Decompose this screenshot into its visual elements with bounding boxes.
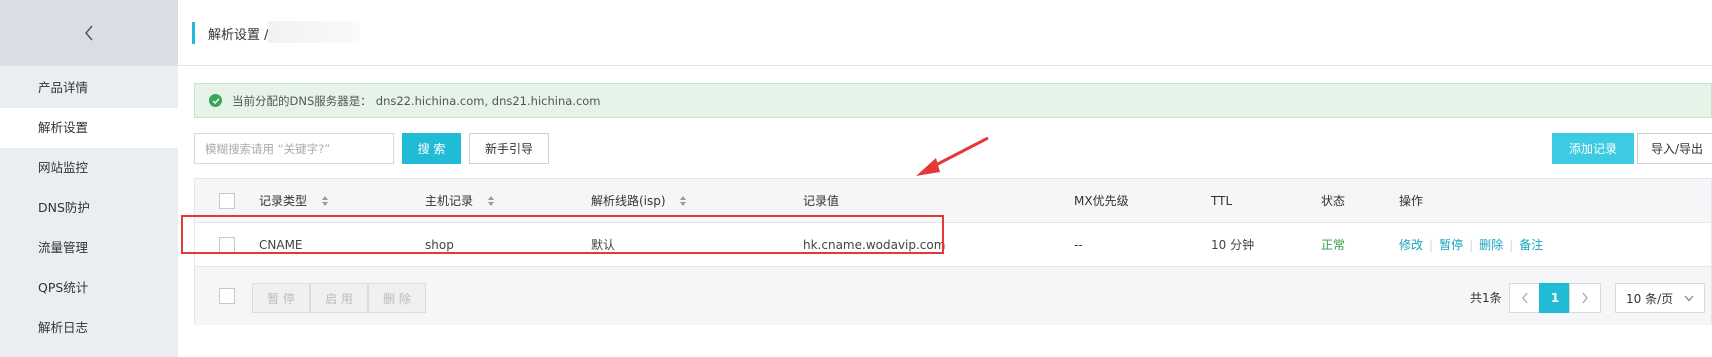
sidebar-item-resolution-log[interactable]: 解析日志 [0, 308, 178, 348]
column-header-mx: MX优先级 [1074, 194, 1129, 208]
row-checkbox[interactable] [219, 237, 235, 253]
column-header-ttl: TTL [1211, 194, 1233, 208]
dns-server-list: dns22.hichina.com, dns21.hichina.com [375, 93, 601, 108]
action-divider: | [1429, 238, 1434, 252]
sidebar-item-qps-stats[interactable]: QPS统计 [0, 268, 178, 308]
footer-select-all-checkbox[interactable] [219, 288, 235, 304]
column-header-value: 记录值 [803, 194, 840, 208]
edit-link[interactable]: 修改 [1399, 238, 1423, 252]
table-row: CNAME shop 默认 hk.cname.wodavip.com -- 10… [195, 223, 1711, 267]
dns-notice-text: 当前分配的DNS服务器是： [232, 93, 372, 108]
ttl-value: 10 分钟 [1211, 238, 1255, 252]
chevron-down-icon [1684, 295, 1694, 302]
table-header: 记录类型 主机记录 解析线路(isp) 记录值 MX优先级 TTL 状态 操作 [195, 179, 1711, 223]
search-button[interactable]: 搜 索 [402, 133, 461, 164]
resolution-line: 默认 [591, 238, 616, 252]
header-accent-bar [192, 22, 195, 44]
page-button-current[interactable]: 1 [1539, 283, 1571, 313]
column-label: 解析线路(isp) [591, 194, 666, 208]
page-size-select[interactable]: 10 条/页 [1615, 283, 1705, 313]
sidebar-item-dns-protection[interactable]: DNS防护 [0, 188, 178, 228]
chevron-left-icon [85, 25, 93, 41]
sidebar: 产品详情 解析设置 网站监控 DNS防护 流量管理 QPS统计 解析日志 [0, 0, 178, 357]
column-header-host[interactable]: 主机记录 [425, 179, 495, 223]
table-footer: 暂 停 启 用 删 除 共1条 1 10 条/页 [195, 267, 1711, 325]
column-header-line[interactable]: 解析线路(isp) [591, 179, 687, 223]
sort-icon[interactable] [321, 195, 329, 207]
remark-link[interactable]: 备注 [1519, 238, 1543, 252]
action-divider: | [1509, 238, 1514, 252]
breadcrumb: 解析设置 / [208, 28, 269, 43]
sort-icon[interactable] [679, 195, 687, 207]
mx-priority: -- [1074, 238, 1083, 252]
pause-link[interactable]: 暂停 [1439, 238, 1463, 252]
sidebar-collapse-button[interactable] [0, 0, 178, 66]
beginner-guide-button[interactable]: 新手引导 [469, 133, 549, 164]
dns-server-notice: 当前分配的DNS服务器是： dns22.hichina.com, dns21.h… [194, 83, 1712, 118]
record-value: hk.cname.wodavip.com [803, 238, 946, 252]
chevron-left-icon [1522, 292, 1528, 304]
record-type: CNAME [259, 238, 303, 252]
redacted-domain [268, 21, 360, 43]
records-table: 记录类型 主机记录 解析线路(isp) 记录值 MX优先级 TTL 状态 操作 … [194, 178, 1712, 325]
action-divider: | [1469, 238, 1474, 252]
sidebar-item-product-details[interactable]: 产品详情 [0, 68, 178, 108]
total-count: 共1条 [1470, 291, 1502, 305]
row-actions: 修改 | 暂停 | 删除 | 备注 [1399, 223, 1543, 267]
search-input[interactable] [194, 133, 394, 164]
sidebar-item-traffic-management[interactable]: 流量管理 [0, 228, 178, 268]
check-circle-icon [209, 94, 222, 107]
add-record-button[interactable]: 添加记录 [1552, 133, 1634, 164]
sidebar-item-site-monitor[interactable]: 网站监控 [0, 148, 178, 188]
next-page-button[interactable] [1569, 283, 1601, 313]
batch-delete-button[interactable]: 删 除 [368, 283, 426, 313]
column-label: 记录类型 [259, 194, 308, 208]
import-export-button[interactable]: 导入/导出 [1637, 133, 1712, 164]
sidebar-nav: 产品详情 解析设置 网站监控 DNS防护 流量管理 QPS统计 解析日志 [0, 66, 178, 348]
select-all-checkbox[interactable] [219, 193, 235, 209]
column-header-type[interactable]: 记录类型 [259, 179, 329, 223]
column-header-status: 状态 [1321, 194, 1346, 208]
page-header: 解析设置 / [178, 0, 1712, 66]
chevron-right-icon [1582, 292, 1588, 304]
delete-link[interactable]: 删除 [1479, 238, 1503, 252]
batch-pause-button[interactable]: 暂 停 [252, 283, 310, 313]
sidebar-item-dns-settings[interactable]: 解析设置 [0, 108, 178, 148]
column-header-actions: 操作 [1399, 194, 1424, 208]
column-label: 主机记录 [425, 194, 474, 208]
host-record: shop [425, 238, 454, 252]
page-size-value: 10 条/页 [1626, 291, 1674, 306]
batch-enable-button[interactable]: 启 用 [310, 283, 368, 313]
sort-icon[interactable] [487, 195, 495, 207]
status-badge: 正常 [1321, 238, 1346, 252]
prev-page-button[interactable] [1509, 283, 1541, 313]
